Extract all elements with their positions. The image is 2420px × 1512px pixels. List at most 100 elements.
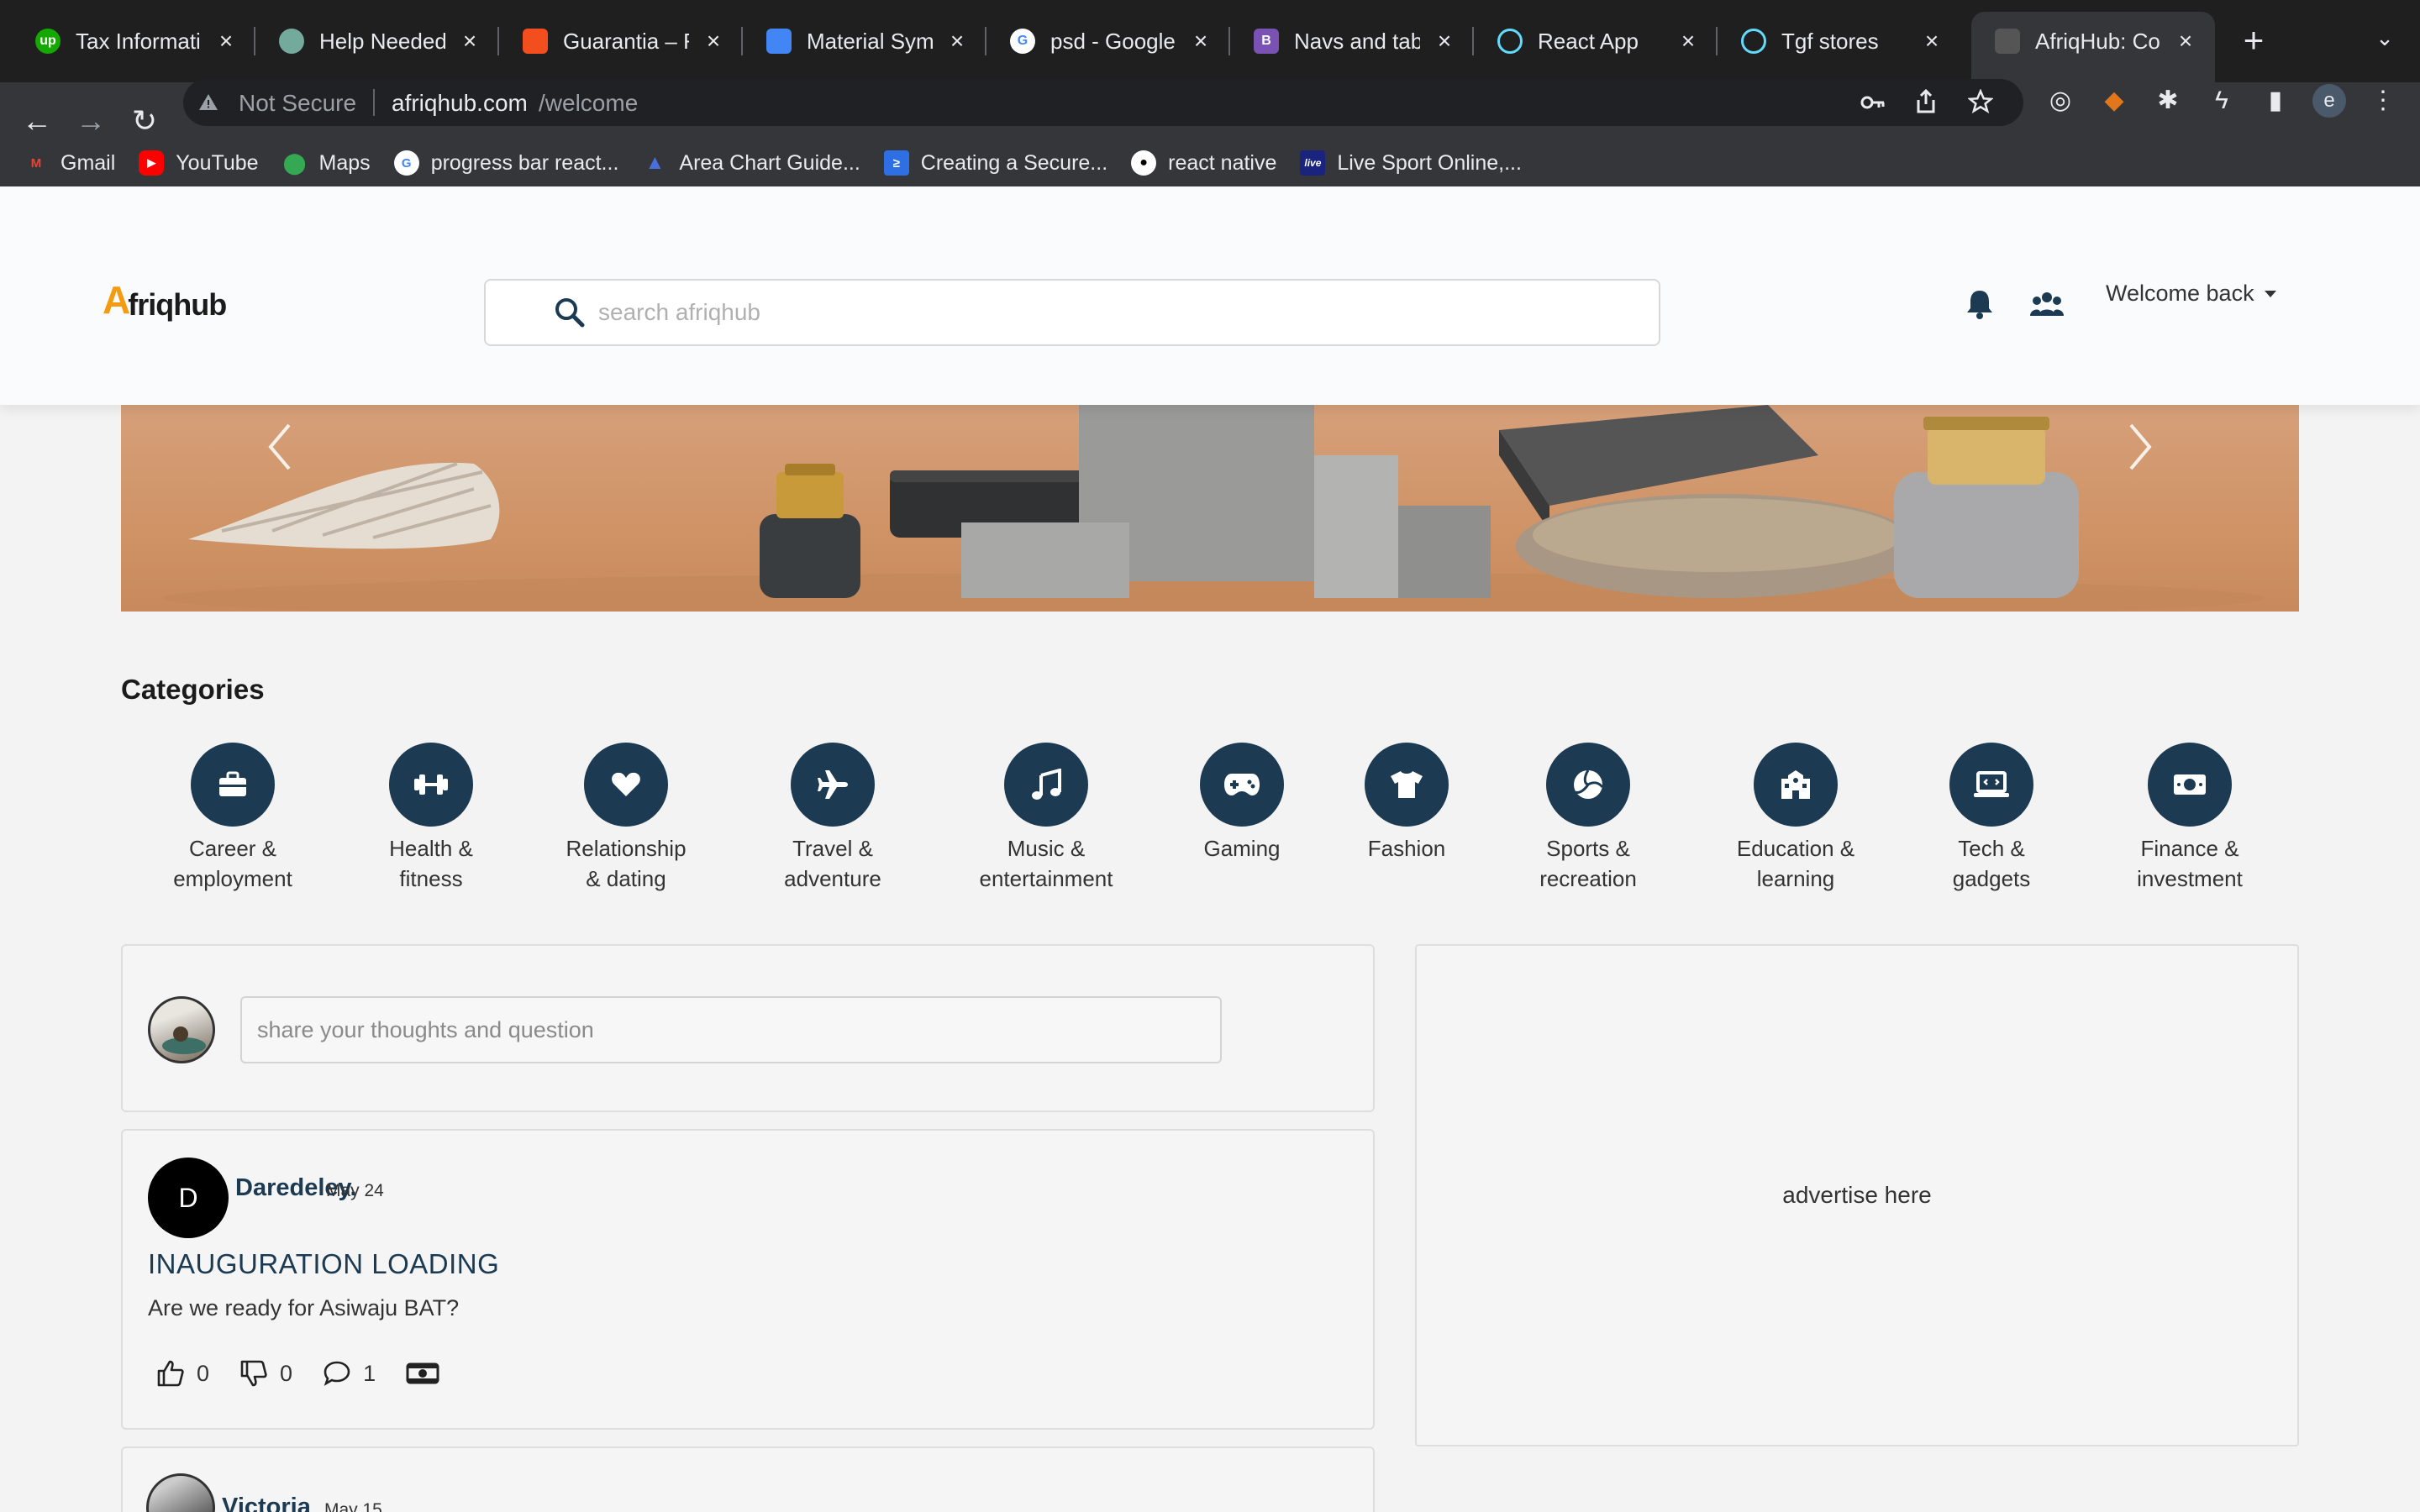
browser-tab[interactable]: B Navs and tabs × [1230, 12, 1474, 71]
carousel-prev-icon[interactable] [255, 413, 306, 480]
puzzle-icon[interactable]: ✱ [2151, 84, 2185, 118]
forward-icon[interactable]: → [69, 99, 113, 143]
close-tab-icon[interactable]: × [943, 27, 971, 55]
gmail-icon: M [30, 155, 42, 171]
tab-search-icon[interactable]: ⌄ [2370, 25, 2400, 55]
search-bar[interactable] [484, 279, 1660, 346]
carousel-next-icon[interactable] [2114, 413, 2165, 480]
users-group-icon[interactable] [2028, 286, 2065, 323]
afriqhub-logo[interactable]: A friqhub [103, 277, 227, 323]
search-icon[interactable] [553, 296, 587, 329]
close-tab-icon[interactable]: × [699, 27, 728, 55]
bookmark-maps[interactable]: ⬤ Maps [282, 150, 371, 176]
heart-icon [612, 772, 640, 796]
category-icon-circle [1004, 743, 1088, 827]
tab-title: Material Symb [807, 28, 933, 54]
tshirt-icon [1391, 771, 1423, 798]
category-fashion[interactable]: Fashion [1314, 743, 1499, 864]
category-label: Career & employment [173, 836, 292, 891]
browser-tab[interactable]: Guarantia – Fig × [499, 12, 743, 71]
google-icon: G [393, 150, 419, 176]
extension-target-icon[interactable]: ◎ [2044, 84, 2077, 118]
more-menu-icon[interactable]: ⋮ [2366, 84, 2400, 118]
site-header: A friqhub Welcome back [0, 186, 2420, 405]
bookmarks-bar: M Gmail ▶ YouTube ⬤ Maps G progress bar … [0, 139, 2420, 186]
like-button[interactable]: 0 [156, 1359, 209, 1388]
browser-tab[interactable]: Material Symb × [743, 12, 986, 71]
category-career[interactable]: Career & employment [140, 743, 325, 894]
author-avatar[interactable]: D [148, 1158, 229, 1238]
post-composer [121, 944, 1375, 1112]
key-icon[interactable] [1860, 91, 1886, 114]
close-tab-icon[interactable]: × [212, 27, 240, 55]
extension-bolt-icon[interactable]: ϟ [2205, 84, 2238, 118]
tab-title: Navs and tabs [1294, 28, 1420, 54]
browser-tab[interactable]: up Tax Information × [12, 12, 255, 71]
category-travel[interactable]: Travel & adventure [740, 743, 925, 894]
comment-button[interactable]: 1 [323, 1360, 376, 1387]
category-music[interactable]: Music & entertainment [954, 743, 1139, 894]
metamask-icon[interactable]: ◆ [2097, 84, 2131, 118]
browser-tab[interactable]: Tgf stores × [1718, 12, 1961, 71]
browser-tab[interactable]: G psd - Google S × [986, 12, 1230, 71]
category-icon-circle [1949, 743, 2033, 827]
search-input[interactable] [598, 299, 1607, 326]
close-tab-icon[interactable]: × [2171, 27, 2200, 55]
close-tab-icon[interactable]: × [1186, 27, 1215, 55]
google-icon: G [1010, 29, 1035, 54]
close-tab-icon[interactable]: × [1674, 27, 1702, 55]
bookmark-progress-bar[interactable]: G progress bar react... [393, 150, 618, 176]
profile-avatar[interactable]: e [2312, 84, 2346, 118]
bookmark-creating-secure[interactable]: ≥ Creating a Secure... [883, 150, 1107, 176]
browser-tab[interactable]: React App × [1474, 12, 1718, 71]
reload-icon[interactable]: ↻ [123, 99, 166, 143]
browser-tab-active[interactable]: AfriqHub: Con × [1971, 12, 2215, 82]
compose-input[interactable] [240, 996, 1222, 1063]
new-tab-button[interactable]: + [2235, 22, 2272, 59]
category-education[interactable]: Education & learning [1703, 743, 1888, 894]
gamepad-icon [1224, 774, 1260, 795]
youtube-icon: ▶ [139, 150, 165, 176]
dislike-button[interactable]: 0 [239, 1359, 292, 1388]
bookmark-label: Gmail [60, 150, 116, 175]
category-finance[interactable]: Finance & investment [2097, 743, 2282, 894]
thumbs-up-icon [157, 1360, 184, 1387]
post-body: Are we ready for Asiwaju BAT? [148, 1295, 460, 1320]
close-tab-icon[interactable]: × [1918, 27, 1946, 55]
star-icon[interactable] [1968, 89, 1993, 114]
upwork-icon: up [35, 29, 60, 54]
url-path[interactable]: /welcome [539, 90, 638, 117]
author-avatar[interactable] [146, 1473, 215, 1512]
url-domain[interactable]: afriqhub.com [392, 90, 528, 117]
share-icon[interactable] [1914, 89, 1938, 114]
browser-tab[interactable]: Help Needed / × [255, 12, 499, 71]
security-label[interactable]: Not Secure [239, 90, 356, 117]
category-relationship[interactable]: Relationship & dating [534, 743, 718, 894]
bookmark-gmail[interactable]: M Gmail [24, 150, 116, 176]
category-sports[interactable]: Sports & recreation [1496, 743, 1681, 894]
ad-panel[interactable]: advertise here [1415, 944, 2299, 1446]
warning-icon[interactable] [198, 92, 218, 113]
logo-mark: A [103, 278, 130, 322]
address-bar[interactable]: Not Secure afriqhub.com /welcome [183, 79, 2023, 126]
user-avatar[interactable] [148, 996, 215, 1063]
bookmark-area-chart[interactable]: ▲ Area Chart Guide... [642, 150, 860, 176]
welcome-dropdown[interactable]: Welcome back [2106, 281, 2276, 307]
side-panel-icon[interactable]: ▮ [2259, 84, 2292, 118]
bookmark-live-sport[interactable]: live Live Sport Online,... [1300, 150, 1522, 176]
post-title[interactable]: INAUGURATION LOADING [148, 1248, 499, 1280]
post-author[interactable]: Victoria [222, 1494, 311, 1512]
category-gaming[interactable]: Gaming [1150, 743, 1334, 864]
tip-button[interactable] [406, 1362, 451, 1385]
category-health[interactable]: Health & fitness [339, 743, 523, 894]
caret-down-icon [2264, 290, 2276, 297]
bookmark-youtube[interactable]: ▶ YouTube [139, 150, 259, 176]
chart-icon: ▲ [644, 151, 666, 174]
close-tab-icon[interactable]: × [1430, 27, 1459, 55]
close-tab-icon[interactable]: × [455, 27, 484, 55]
bell-icon[interactable] [1961, 286, 1998, 323]
category-tech[interactable]: Tech & gadgets [1899, 743, 2084, 894]
bookmark-react-native[interactable]: ● react native [1131, 150, 1276, 176]
page-viewport: A friqhub Welcome back [0, 186, 2420, 1512]
back-icon[interactable]: ← [15, 99, 59, 143]
